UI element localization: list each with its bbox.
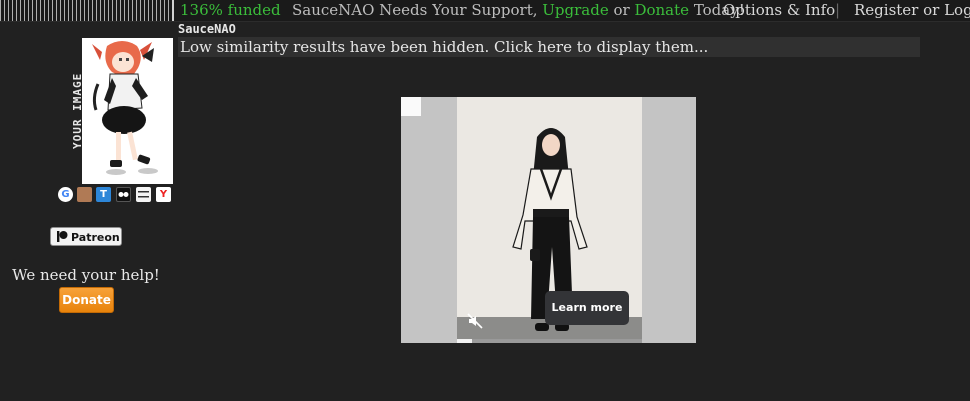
upgrade-link[interactable]: Upgrade	[542, 1, 608, 19]
top-bar: 136% funded SauceNAO Needs Your Support,…	[0, 0, 970, 22]
support-message: SauceNAO Needs Your Support, Upgrade or …	[292, 0, 745, 21]
support-prefix: SauceNAO Needs Your Support,	[292, 1, 543, 19]
register-login-link[interactable]: Register or Login	[854, 0, 970, 21]
video-advertisement[interactable]: Learn more	[401, 97, 696, 343]
help-message: We need your help!	[12, 266, 160, 284]
patreon-icon	[57, 231, 68, 242]
donate-button[interactable]: Donate	[59, 287, 114, 313]
hidden-results-toggle[interactable]: Low similarity results have been hidden.…	[178, 37, 920, 57]
yandex-icon[interactable]: Y	[156, 187, 171, 202]
ad-video-progress-fill	[457, 339, 472, 343]
tineye-icon[interactable]: T	[96, 187, 111, 202]
support-or: or	[608, 1, 635, 19]
google-icon[interactable]: G	[58, 187, 73, 202]
patreon-button[interactable]: Patreon	[50, 227, 122, 246]
learn-more-button[interactable]: Learn more	[545, 291, 629, 325]
patreon-label: Patreon	[71, 231, 120, 244]
anime-girl-illustration	[82, 38, 173, 184]
ad-video-progress	[457, 339, 642, 343]
bing-icon[interactable]	[77, 187, 92, 202]
imgops-icon[interactable]	[136, 187, 151, 202]
top-bar-separator: |	[835, 1, 841, 19]
query-image-thumbnail[interactable]	[82, 38, 173, 184]
options-info-link[interactable]: Options & Info	[723, 0, 835, 21]
mute-icon[interactable]	[467, 313, 483, 329]
funding-progress-divider	[172, 0, 174, 21]
donate-link[interactable]: Donate	[634, 1, 689, 19]
funding-progress-bar	[0, 0, 172, 21]
site-name: SauceNAO	[178, 22, 236, 36]
funded-percent: 136% funded	[180, 1, 281, 19]
iqdb-icon[interactable]	[116, 187, 131, 202]
ad-brand-logo	[401, 97, 421, 116]
